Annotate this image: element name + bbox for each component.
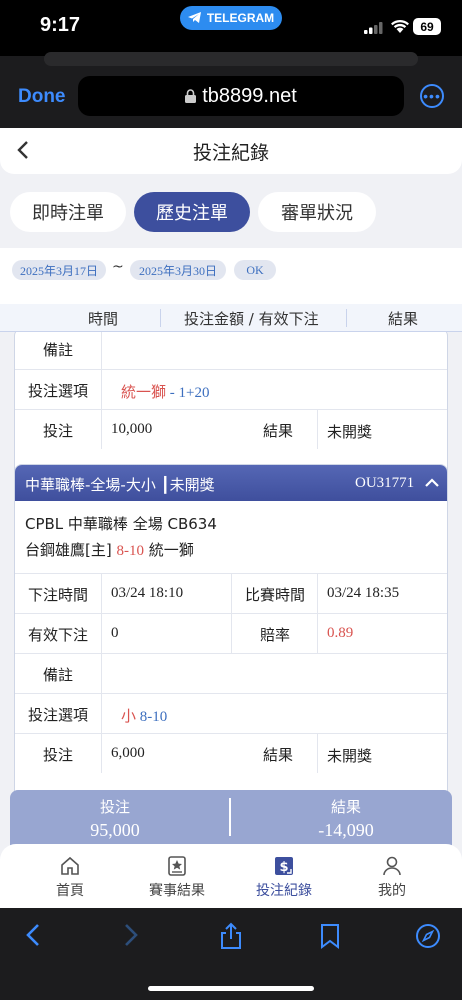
more-options-icon[interactable]: ••• <box>420 84 444 108</box>
summary-result-value: -14,090 <box>318 820 374 840</box>
bottom-nav: 首頁 賽事結果 $ 投注紀錄 我的 <box>0 844 462 908</box>
cellular-signal-icon <box>364 22 383 34</box>
stake-row: 投注 10,000 結果 未開獎 <box>15 409 447 449</box>
valid-bet-label: 有效下注 <box>27 626 88 644</box>
option-row: 投注選項 小 8-10 <box>15 693 447 733</box>
telegram-icon <box>187 12 201 23</box>
odds-label: 賠率 <box>259 626 290 644</box>
browser-bar: Done tb8899.net ••• <box>0 52 462 128</box>
option-pick: 小 <box>121 707 137 725</box>
star-card-icon <box>168 856 186 876</box>
status-time: 9:17 <box>40 14 81 36</box>
match-time-label: 比賽時間 <box>244 586 305 604</box>
share-icon[interactable] <box>218 922 244 950</box>
tab-history-bets[interactable]: 歷史注單 <box>134 192 250 232</box>
stake-value: 10,000 <box>111 421 153 437</box>
nav-mine-label: 我的 <box>378 883 406 899</box>
summary-result-label: 結果 <box>330 798 361 816</box>
option-line: - 1+20 <box>166 385 210 401</box>
placed-time-value: 03/24 18:10 <box>111 585 184 601</box>
compass-icon[interactable] <box>414 922 442 950</box>
valid-bet-value: 0 <box>111 625 119 641</box>
tab-live-bets[interactable]: 即時注單 <box>10 192 126 232</box>
match-info: CPBL 中華職棒 全場 CB634 台鋼雄鷹[主] 8-10 統一獅 <box>15 501 447 573</box>
away-team: 統一獅 <box>148 541 194 559</box>
summary-bet-value: 95,000 <box>90 820 140 840</box>
date-filter: 2025年3月17日 ~ 2025年3月30日 OK <box>0 248 462 308</box>
remark-label: 備註 <box>42 341 73 359</box>
nav-bet-record[interactable]: $ 投注紀錄 <box>244 854 324 900</box>
wifi-icon <box>391 19 409 33</box>
option-row: 投注選項 統一獅 - 1+20 <box>15 369 447 409</box>
stake-label: 投注 <box>42 422 73 440</box>
user-icon <box>383 856 401 876</box>
home-team: 台鋼雄鷹[主] <box>25 541 112 559</box>
date-from[interactable]: 2025年3月17日 <box>12 260 106 280</box>
tab-review-status[interactable]: 審單狀況 <box>258 192 376 232</box>
bet-card-title: 中華職棒-全場-大小 ┃未開獎 <box>25 476 215 494</box>
result-value: 未開獎 <box>327 423 373 441</box>
status-bar: 9:17 TELEGRAM 69 <box>0 0 462 56</box>
summary-bet-label: 投注 <box>99 798 130 816</box>
address-bar[interactable]: tb8899.net <box>78 76 404 116</box>
match-score: 8-10 <box>116 543 145 559</box>
forward-arrow-icon[interactable] <box>122 922 140 948</box>
done-button[interactable]: Done <box>18 86 66 108</box>
option-label: 投注選項 <box>27 706 88 724</box>
column-time: 時間 <box>88 310 119 328</box>
result-label: 結果 <box>262 746 293 764</box>
column-result: 結果 <box>388 310 419 328</box>
match-time-value: 03/24 18:35 <box>327 585 400 601</box>
stacked-sheet <box>44 52 418 66</box>
nav-results-label: 賽事結果 <box>149 883 205 899</box>
column-header: 時間 投注金額 / 有效下注 結果 <box>0 304 462 332</box>
remark-row: 備註 <box>15 653 447 693</box>
stake-value: 6,000 <box>111 745 145 761</box>
column-amount: 投注金額 / 有效下注 <box>184 310 319 328</box>
placed-time-label: 下注時間 <box>27 586 88 604</box>
telegram-pill[interactable]: TELEGRAM <box>180 6 282 30</box>
home-icon <box>61 856 79 875</box>
page-header: 投注紀錄 <box>0 128 462 174</box>
telegram-pill-label: TELEGRAM <box>206 11 275 25</box>
battery-indicator: 69 <box>413 18 441 35</box>
nav-bet-record-label: 投注紀錄 <box>256 883 312 899</box>
result-value: 未開獎 <box>327 747 373 765</box>
ok-button[interactable]: OK <box>234 260 276 280</box>
url-text: tb8899.net <box>202 84 297 107</box>
bet-tabs: 即時注單 歷史注單 審單狀況 <box>0 180 462 242</box>
nav-mine[interactable]: 我的 <box>352 854 432 900</box>
browser-toolbar <box>0 908 462 1000</box>
bookmarks-icon[interactable] <box>318 922 342 950</box>
back-arrow-icon[interactable] <box>24 922 42 948</box>
stake-label: 投注 <box>42 746 73 764</box>
option-team: 統一獅 <box>121 385 167 401</box>
odds-value: 0.89 <box>327 625 354 641</box>
nav-results[interactable]: 賽事結果 <box>137 854 217 900</box>
option-label: 投注選項 <box>27 382 88 400</box>
remark-label: 備註 <box>42 666 73 684</box>
nav-home-label: 首頁 <box>56 883 84 899</box>
remark-row: 備註 <box>15 329 447 369</box>
home-indicator <box>148 986 314 991</box>
web-page: 投注紀錄 即時注單 歷史注單 審單狀況 2025年3月17日 ~ 2025年3月… <box>0 128 462 908</box>
date-to[interactable]: 2025年3月30日 <box>130 260 226 280</box>
lock-icon <box>185 89 197 103</box>
option-line: 8-10 <box>136 709 168 725</box>
valid-row: 有效下注 0 賠率 0.89 <box>15 613 447 653</box>
dollar-record-icon: $ <box>275 857 293 875</box>
chevron-up-icon[interactable] <box>425 478 439 488</box>
page-title: 投注紀錄 <box>192 142 269 164</box>
time-row: 下注時間 03/24 18:10 比賽時間 03/24 18:35 <box>15 573 447 613</box>
date-separator: ~ <box>112 259 124 275</box>
stake-row: 投注 6,000 結果 未開獎 <box>15 733 447 773</box>
league-line: CPBL 中華職棒 全場 CB634 <box>25 515 217 533</box>
bet-code: OU31771 <box>355 475 415 491</box>
nav-home[interactable]: 首頁 <box>30 854 110 900</box>
bet-card-header[interactable]: 中華職棒-全場-大小 ┃未開獎 OU31771 <box>15 465 447 501</box>
result-label: 結果 <box>262 422 293 440</box>
